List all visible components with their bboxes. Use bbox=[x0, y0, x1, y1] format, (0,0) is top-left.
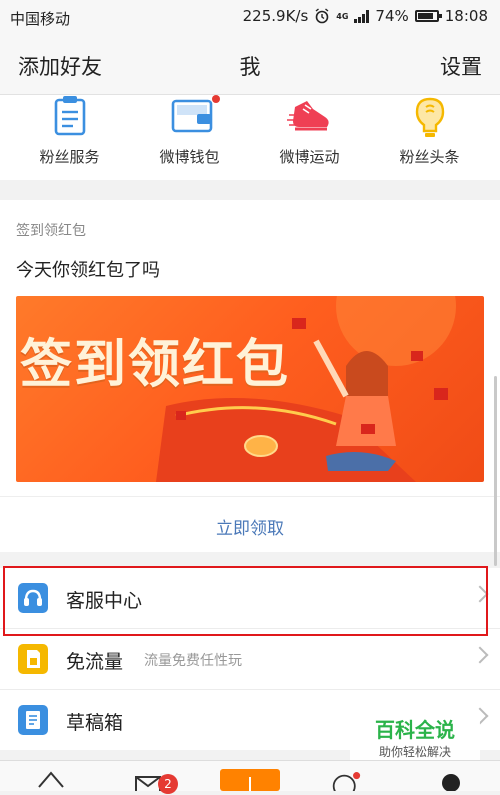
banner-headline: 签到领红包 bbox=[20, 335, 291, 395]
signal-icon bbox=[354, 9, 370, 23]
battery-icon bbox=[414, 10, 442, 22]
menu-label: 免流量 bbox=[66, 651, 124, 673]
nav-header: 添加好友 我 设置 bbox=[0, 34, 500, 95]
shortcut-label: 粉丝服务 bbox=[39, 148, 100, 166]
plus-icon bbox=[249, 777, 251, 791]
network-type: 4G bbox=[336, 11, 349, 21]
discover-icon bbox=[332, 772, 361, 795]
tab-bar bbox=[0, 760, 500, 795]
lightbulb-icon bbox=[407, 95, 453, 141]
wallet-icon bbox=[167, 95, 220, 141]
card-subtitle: 签到领红包 bbox=[16, 223, 86, 239]
shortcut-row: 粉丝服务 微博钱包 微博运动 粉丝头条 bbox=[0, 95, 500, 180]
sneaker-icon bbox=[286, 95, 333, 141]
page-title: 我 bbox=[239, 55, 261, 79]
watermark: 百科全说 助你轻松解决 bbox=[350, 712, 480, 760]
status-bar: 中国移动 225.9K/s 4G 74% 18:08 bbox=[0, 0, 500, 34]
alarm-icon bbox=[315, 8, 329, 24]
shortcut-label: 粉丝头条 bbox=[399, 148, 460, 166]
shortcut-label: 微博钱包 bbox=[159, 148, 220, 166]
shortcut-label: 微博运动 bbox=[279, 148, 340, 166]
carrier-name: 中国移动 bbox=[10, 10, 71, 28]
shortcut-fan-headline[interactable]: 粉丝头条 bbox=[367, 95, 492, 167]
compose-button[interactable] bbox=[220, 769, 280, 791]
menu-sublabel: 流量免费任性玩 bbox=[144, 653, 242, 669]
scrollbar[interactable] bbox=[494, 376, 497, 566]
clipboard-icon bbox=[47, 95, 93, 141]
tab-me[interactable] bbox=[436, 769, 466, 792]
network-speed: 225.9K/s bbox=[242, 7, 309, 25]
menu-item-free-data[interactable]: 免流量 流量免费任性玩 bbox=[0, 629, 500, 690]
clock: 18:08 bbox=[444, 7, 488, 25]
checkin-banner[interactable]: 签到领红包 bbox=[16, 296, 484, 482]
chevron-right-icon bbox=[471, 646, 489, 664]
tab-home[interactable] bbox=[36, 769, 66, 791]
shortcut-sport[interactable]: 微博运动 bbox=[247, 95, 372, 167]
settings-button[interactable]: 设置 bbox=[440, 51, 482, 81]
highlight-box bbox=[3, 566, 488, 636]
checkin-card: 签到领红包 今天你领红包了吗 签到领红包 立即领取 bbox=[0, 200, 500, 552]
home-icon bbox=[38, 771, 64, 788]
card-title: 今天你领红包了吗 bbox=[16, 260, 160, 281]
battery-percent: 74% bbox=[375, 7, 409, 25]
profile-icon bbox=[442, 774, 460, 792]
watermark-title: 百科全说 bbox=[375, 718, 455, 742]
shortcut-fan-service[interactable]: 粉丝服务 bbox=[7, 95, 132, 167]
sim-card-icon bbox=[18, 644, 48, 674]
menu-label: 草稿箱 bbox=[66, 712, 124, 734]
divider bbox=[0, 496, 500, 497]
claim-now-button[interactable]: 立即领取 bbox=[0, 514, 500, 539]
message-badge: 2 bbox=[158, 774, 178, 794]
status-right: 225.9K/s 4G 74% 18:08 bbox=[243, 7, 488, 25]
tab-discover[interactable] bbox=[331, 769, 361, 795]
shortcut-wallet[interactable]: 微博钱包 bbox=[127, 95, 252, 167]
watermark-subtitle: 助你轻松解决 bbox=[378, 745, 451, 759]
draft-icon bbox=[18, 705, 48, 735]
